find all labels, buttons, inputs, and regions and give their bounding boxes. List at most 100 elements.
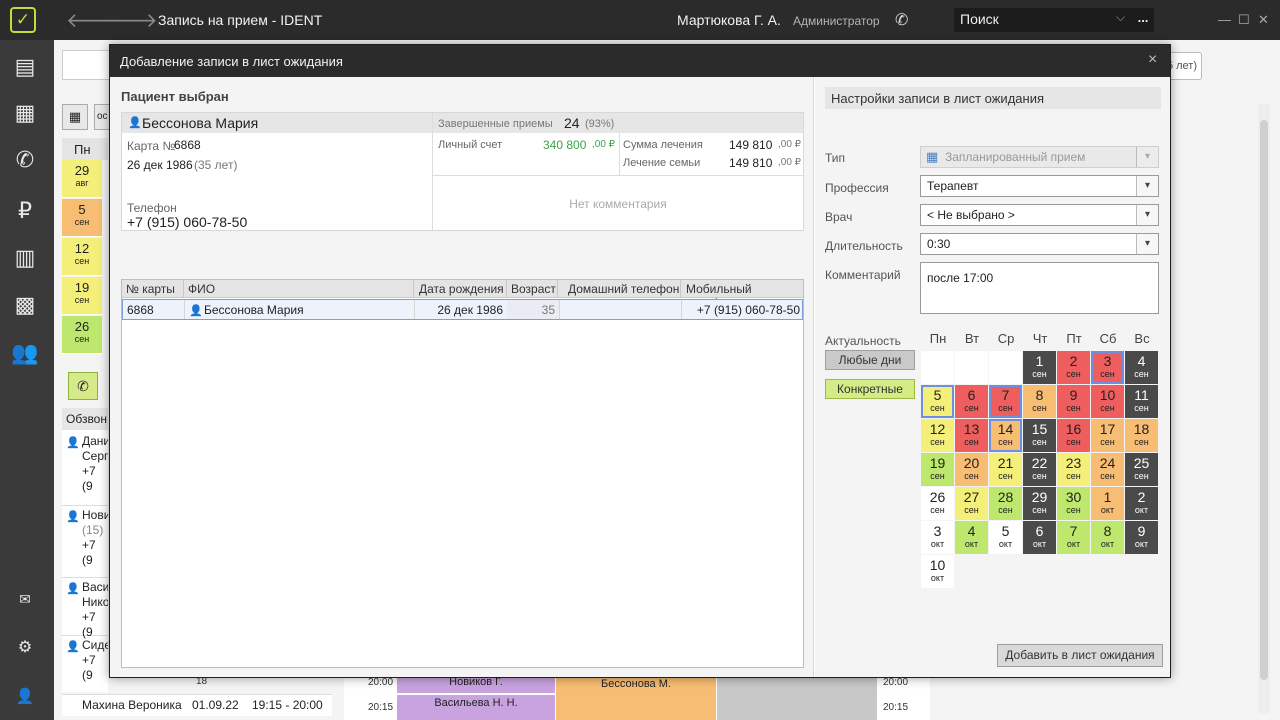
calendar-day[interactable]: 9 окт [1125, 521, 1158, 554]
user-name[interactable]: Мартюкова Г. А. [677, 12, 781, 28]
calendar-day[interactable]: 12 сен [921, 419, 954, 452]
calendar-small-icon[interactable]: ▦ [62, 104, 88, 130]
calendar-day[interactable]: 6 окт [1023, 521, 1056, 554]
reports-icon[interactable]: ▩ [10, 290, 40, 320]
calendar-day[interactable]: 20 сен [955, 453, 988, 486]
list-item[interactable]: 👤 Дани Серг +7 (9 [62, 434, 108, 506]
calendar-day[interactable]: 2 сен [1057, 351, 1090, 384]
phone-icon[interactable]: ✆ [895, 10, 908, 30]
list-item[interactable]: 👤 Нови (15) +7 (9 [62, 508, 108, 578]
chevron-down-icon[interactable]: ▾ [1136, 176, 1158, 196]
calendar-day[interactable]: 21 сен [989, 453, 1022, 486]
calendar-day[interactable]: 23 сен [1057, 453, 1090, 486]
background-day[interactable]: 12 сен [62, 238, 102, 276]
background-day[interactable]: 26 сен [62, 316, 102, 354]
doctor-select[interactable]: < Не выбрано > ▾ [920, 204, 1159, 226]
app-logo-icon[interactable]: ✓ [10, 7, 36, 33]
calendar-day[interactable]: 25 сен [1125, 453, 1158, 486]
chevron-down-icon[interactable]: ▾ [1136, 205, 1158, 225]
background-day[interactable]: 5 сен [62, 199, 102, 237]
calendar-day[interactable]: 11 сен [1125, 385, 1158, 418]
search-input[interactable]: Поиск [954, 8, 1132, 32]
calendar-day[interactable]: 8 окт [1091, 521, 1124, 554]
calendar-day[interactable]: 18 сен [1125, 419, 1158, 452]
calendar-day[interactable]: 17 сен [1091, 419, 1124, 452]
specific-days-button[interactable]: Конкретные [825, 379, 915, 399]
calendar-day[interactable]: 29 сен [1023, 487, 1056, 520]
calendar-day[interactable]: 5 окт [989, 521, 1022, 554]
calendar-day[interactable]: 24 сен [1091, 453, 1124, 486]
profession-select[interactable]: Терапевт ▾ [920, 175, 1159, 197]
calendar-day[interactable]: 1 окт [1091, 487, 1124, 520]
calendar-day[interactable]: 13 сен [955, 419, 988, 452]
column-header-dob[interactable]: Дата рождения [414, 280, 507, 298]
avatar-icon: 👤 [189, 305, 203, 317]
schedule-slot[interactable]: Васильева Н. Н. [397, 695, 555, 720]
calendar-day[interactable]: 7 окт [1057, 521, 1090, 554]
settings-gear-icon[interactable]: ⚙ [10, 633, 40, 663]
list-item[interactable]: 👤 Сиде +7 (9 [62, 638, 108, 692]
calendar-day[interactable]: 4 окт [955, 521, 988, 554]
schedule-slot[interactable] [717, 676, 877, 720]
background-button[interactable]: ос [94, 104, 110, 130]
column-header-home-phone[interactable]: Домашний телефон [558, 280, 681, 298]
calendar-day[interactable]: 28 сен [989, 487, 1022, 520]
calendar-day[interactable]: 15 сен [1023, 419, 1056, 452]
column-header-age[interactable]: Возраст [507, 280, 558, 298]
background-day[interactable]: 29 авг [62, 160, 102, 198]
close-window-icon[interactable]: ✕ [1258, 12, 1269, 28]
close-icon[interactable]: × [1148, 51, 1157, 69]
calendar-day[interactable]: 5 сен [921, 385, 954, 418]
calendar-day[interactable]: 3 окт [921, 521, 954, 554]
chevron-down-icon[interactable]: ⌵ [1116, 10, 1125, 25]
calendar-day[interactable]: 9 сен [1057, 385, 1090, 418]
maximize-icon[interactable]: ☐ [1238, 12, 1250, 28]
search-more-button[interactable]: ... [1132, 8, 1154, 32]
payments-icon[interactable]: ₽ [10, 196, 40, 226]
background-day[interactable]: 19 сен [62, 277, 102, 315]
calendar-day[interactable]: 4 сен [1125, 351, 1158, 384]
chevron-down-icon[interactable]: ▾ [1136, 234, 1158, 254]
comment-textarea[interactable]: после 17:00 [920, 262, 1159, 314]
no-comment-text[interactable]: Нет комментария [433, 197, 803, 211]
calendar-day[interactable]: 30 сен [1057, 487, 1090, 520]
calendar-day[interactable]: 14 сен [989, 419, 1022, 452]
day-number: 14 [997, 421, 1014, 437]
phone-calls-icon[interactable]: ✆ [10, 145, 40, 175]
column-header-name[interactable]: ФИО [184, 280, 414, 298]
column-header-mobile-phone[interactable]: Мобильный телефон [681, 280, 803, 310]
table-row[interactable]: 6868 👤 Бессонова Мария 26 дек 1986 35 +7… [122, 299, 803, 320]
background-scrollbar-thumb[interactable] [1260, 120, 1268, 680]
add-to-waiting-list-button[interactable]: Добавить в лист ожидания [997, 644, 1163, 667]
calendar-icon[interactable]: ▦ [10, 98, 40, 128]
column-header-card[interactable]: № карты [122, 280, 184, 298]
background-bottom-row[interactable]: Махина Вероника 01.09.22 19:15 - 20:00 [62, 694, 332, 716]
calendar-day[interactable]: 8 сен [1023, 385, 1056, 418]
list-item[interactable]: 👤 Васи Нико +7 (9 [62, 580, 108, 639]
calculator-icon[interactable]: ▥ [10, 243, 40, 273]
calendar-day[interactable]: 16 сен [1057, 419, 1090, 452]
schedule-slot[interactable]: Бессонова М. [556, 676, 716, 720]
calendar-day[interactable]: 10 окт [921, 555, 954, 588]
staff-icon[interactable]: 👥 [10, 338, 40, 368]
calendar-day[interactable]: 26 сен [921, 487, 954, 520]
calendar-day[interactable]: 6 сен [955, 385, 988, 418]
schedule-slot[interactable]: Новиков Г. [397, 676, 555, 693]
calendar-day[interactable]: 10 сен [1091, 385, 1124, 418]
patient-card-icon[interactable]: ▤ [10, 52, 40, 82]
day-month: окт [1100, 539, 1115, 549]
mail-icon[interactable]: ✉ [10, 584, 40, 614]
call-list-phone-icon[interactable]: ✆ [68, 372, 98, 400]
calendar-day[interactable]: 2 окт [1125, 487, 1158, 520]
calendar-day[interactable]: 3 сен [1091, 351, 1124, 384]
user-profile-icon[interactable]: 👤 [10, 682, 40, 712]
calendar-day[interactable]: 19 сен [921, 453, 954, 486]
calendar-day[interactable]: 7 сен [989, 385, 1022, 418]
calendar-day[interactable]: 27 сен [955, 487, 988, 520]
calendar-day[interactable]: 22 сен [1023, 453, 1056, 486]
calendar-day[interactable]: 1 сен [1023, 351, 1056, 384]
any-days-button[interactable]: Любые дни [825, 350, 915, 370]
minimize-icon[interactable]: — [1218, 12, 1231, 27]
duration-select[interactable]: 0:30 ▾ [920, 233, 1159, 255]
forward-arrow-icon[interactable]: 🡒 [104, 8, 158, 33]
